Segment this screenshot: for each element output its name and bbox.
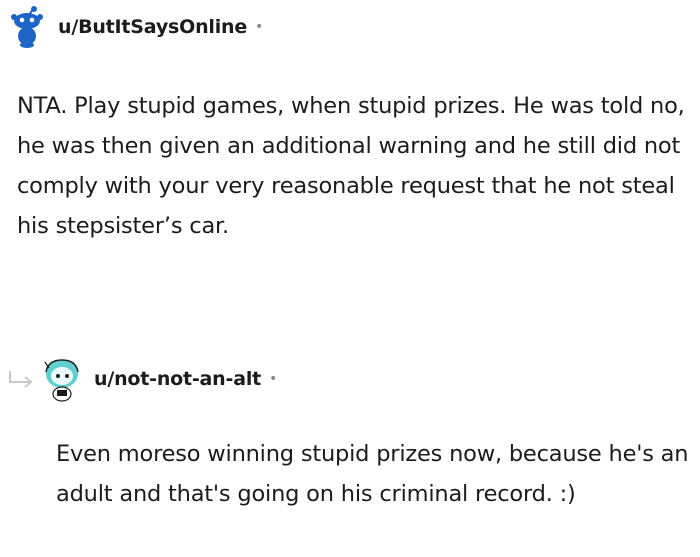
comment-body: NTA. Play stupid games, when stupid priz… [17, 93, 685, 239]
comment-body: Even moreso winning stupid prizes now, b… [56, 441, 689, 507]
comment-header: u/ButItSaysOnline • [8, 6, 263, 48]
separator-dot: • [255, 19, 264, 35]
comment-header: u/not-not-an-alt • [6, 356, 277, 402]
reddit-snoo-blue-avatar-icon[interactable] [8, 6, 48, 48]
username[interactable]: u/not-not-an-alt [94, 368, 261, 390]
reddit-snoo-teal-avatar-icon[interactable] [40, 356, 84, 402]
reply-arrow-icon [9, 371, 33, 388]
separator-dot: • [269, 371, 278, 387]
username[interactable]: u/ButItSaysOnline [58, 16, 247, 38]
